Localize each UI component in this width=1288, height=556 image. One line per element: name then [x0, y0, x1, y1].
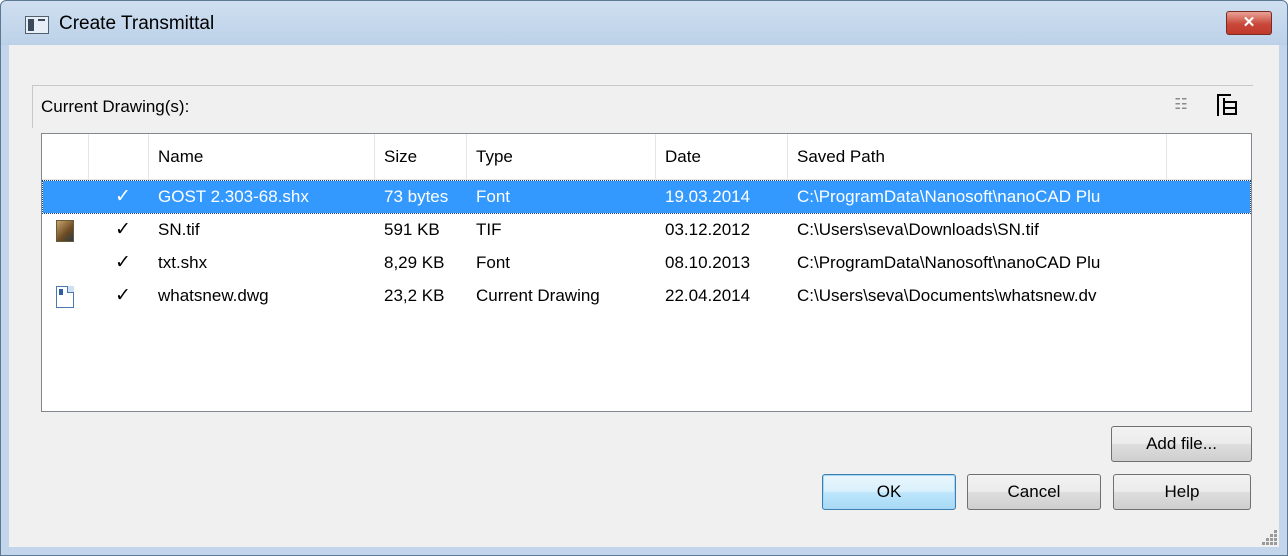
column-header-name[interactable]: Name	[149, 134, 375, 179]
add-file-button[interactable]: Add file...	[1111, 426, 1252, 462]
drawing-file-icon	[56, 286, 74, 308]
list-header: Name Size Type Date Saved Path	[42, 134, 1251, 180]
file-date: 03.12.2012	[665, 220, 751, 239]
image-file-icon	[56, 220, 74, 242]
drawings-list[interactable]: Name Size Type Date Saved Path ✓ GOST 2.…	[41, 133, 1252, 412]
include-checkmark[interactable]: ✓	[115, 247, 131, 279]
close-button[interactable]: ✕	[1226, 11, 1272, 35]
ok-button[interactable]: OK	[822, 474, 956, 510]
column-header-date[interactable]: Date	[656, 134, 788, 179]
file-date: 19.03.2014	[665, 187, 751, 206]
file-saved-path: C:\Users\seva\Downloads\SN.tif	[797, 220, 1039, 239]
tree-view-icon[interactable]	[1211, 92, 1239, 118]
table-row[interactable]: ✓ whatsnew.dwg 23,2 KB Current Drawing 2…	[43, 280, 1250, 312]
column-header-type[interactable]: Type	[467, 134, 656, 179]
file-type: Current Drawing	[476, 286, 600, 305]
table-row[interactable]: ✓ SN.tif 591 KB TIF 03.12.2012 C:\Users\…	[43, 214, 1250, 246]
file-size: 23,2 KB	[384, 286, 445, 305]
file-saved-path: C:\ProgramData\Nanosoft\nanoCAD Plu	[797, 187, 1101, 206]
current-drawings-group: Current Drawing(s):	[32, 85, 1253, 128]
cancel-button[interactable]: Cancel	[967, 474, 1101, 510]
column-header-size[interactable]: Size	[375, 134, 467, 179]
file-size: 73 bytes	[384, 187, 449, 206]
file-date: 08.10.2013	[665, 253, 751, 272]
file-saved-path: C:\Users\seva\Documents\whatsnew.dv	[797, 286, 1097, 305]
window-title: Create Transmittal	[59, 13, 215, 34]
current-drawings-label: Current Drawing(s):	[41, 97, 190, 116]
table-row[interactable]: ✓ GOST 2.303-68.shx 73 bytes Font 19.03.…	[42, 180, 1251, 214]
column-header-check[interactable]	[89, 134, 149, 179]
file-type: TIF	[476, 220, 502, 239]
include-checkmark[interactable]: ✓	[115, 214, 131, 246]
include-checkmark[interactable]: ✓	[115, 280, 131, 312]
file-size: 591 KB	[384, 220, 440, 239]
file-date: 22.04.2014	[665, 286, 751, 305]
column-header-icon[interactable]	[42, 134, 89, 179]
resize-grip-icon[interactable]	[1262, 530, 1278, 546]
app-window-icon	[25, 16, 49, 34]
title-bar[interactable]: Create Transmittal ✕	[1, 1, 1287, 45]
file-name: whatsnew.dwg	[158, 286, 269, 305]
help-button[interactable]: Help	[1113, 474, 1251, 510]
file-name: SN.tif	[158, 220, 200, 239]
include-checkmark[interactable]: ✓	[115, 181, 131, 213]
file-name: txt.shx	[158, 253, 208, 272]
file-name: GOST 2.303-68.shx	[158, 187, 309, 206]
file-type: Font	[476, 253, 511, 272]
list-view-icon[interactable]: ☷	[1171, 96, 1191, 114]
file-size: 8,29 KB	[384, 253, 445, 272]
table-row[interactable]: ✓ txt.shx 8,29 KB Font 08.10.2013 C:\Pro…	[43, 247, 1250, 279]
column-header-saved-path[interactable]: Saved Path	[788, 134, 1167, 179]
file-type: Font	[476, 187, 511, 206]
file-saved-path: C:\ProgramData\Nanosoft\nanoCAD Plu	[797, 253, 1101, 272]
